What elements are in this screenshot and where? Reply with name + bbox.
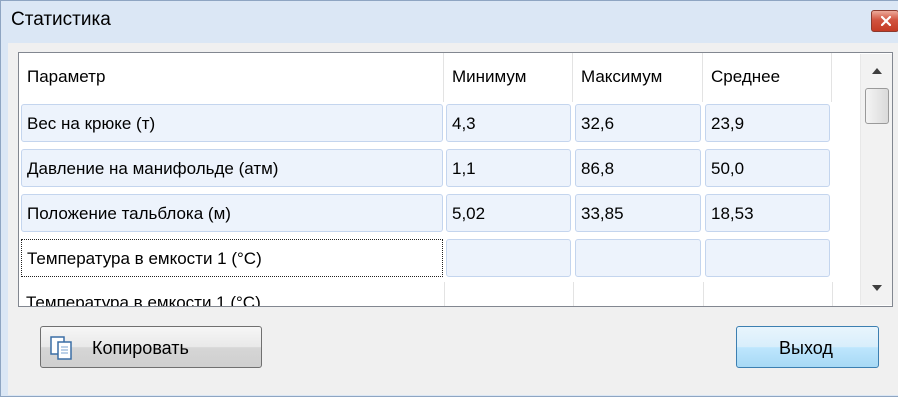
column-divider (444, 282, 445, 306)
table-cell-max[interactable]: 32,6 (575, 104, 701, 142)
title-bar[interactable]: Статистика (1, 1, 898, 43)
scroll-down-arrow-icon (872, 285, 882, 291)
table-cell-max[interactable]: 33,85 (575, 194, 701, 232)
cell-text: 86,8 (581, 159, 615, 178)
column-header-parameter[interactable]: Параметр (19, 53, 444, 102)
cell-text: 50,0 (711, 159, 745, 178)
table-cell-parameter[interactable]: Вес на крюке (т) (21, 104, 443, 142)
scroll-up-arrow-icon (872, 68, 882, 74)
column-header-label: Среднее (711, 67, 781, 86)
table-cell-max[interactable]: 86,8 (575, 149, 701, 187)
dialog-body: Параметр Минимум Максимум Среднее Вес на… (8, 43, 898, 395)
scrollbar-thumb[interactable] (865, 88, 889, 124)
cell-text: Вес на крюке (т) (27, 114, 156, 133)
table-cell-avg[interactable]: 18,53 (705, 194, 830, 232)
column-header-label: Максимум (581, 67, 663, 86)
table-cell-min[interactable] (446, 239, 571, 277)
vertical-scrollbar[interactable] (860, 54, 892, 305)
table-cell-avg[interactable] (705, 284, 830, 306)
cell-text: 18,53 (711, 204, 754, 223)
statistics-dialog: Статистика Параметр Минимум Максимум Сре… (0, 0, 898, 397)
column-divider (573, 282, 574, 306)
cell-text: Температура в емкости 1 (°C) (27, 249, 262, 268)
exit-button-label: Выход (779, 338, 833, 358)
table-cell-parameter[interactable]: Положение тальблока (м) (21, 194, 443, 232)
table-cell-max[interactable] (575, 284, 701, 306)
copy-button[interactable]: Копировать (40, 326, 262, 368)
table-cell-avg[interactable]: 23,9 (705, 104, 830, 142)
cell-text: 1,1 (452, 159, 476, 178)
copy-icon (50, 336, 72, 360)
copy-button-label: Копировать (92, 338, 189, 358)
table-cell-avg[interactable] (705, 239, 830, 277)
table-cell-parameter[interactable]: Температура в емкости 1 (°C) (21, 284, 443, 307)
column-header-min[interactable]: Минимум (444, 53, 573, 102)
table-cell-min[interactable] (446, 284, 571, 306)
table-cell-parameter[interactable]: Давление на манифольде (атм) (21, 149, 443, 187)
table-cell-min[interactable]: 1,1 (446, 149, 571, 187)
cell-text: 33,85 (581, 204, 624, 223)
scroll-down-button[interactable] (861, 271, 892, 305)
column-divider (703, 282, 704, 306)
column-divider (832, 282, 833, 306)
close-icon (881, 16, 891, 26)
cell-text: Давление на манифольде (атм) (27, 159, 279, 178)
table-cell-min[interactable]: 5,02 (446, 194, 571, 232)
column-header-avg[interactable]: Среднее (703, 53, 832, 102)
statistics-table[interactable]: Параметр Минимум Максимум Среднее Вес на… (18, 52, 893, 307)
cell-text: 32,6 (581, 114, 615, 133)
column-header-max[interactable]: Максимум (573, 53, 703, 102)
cell-text: Положение тальблока (м) (27, 204, 231, 223)
cell-text: Температура в емкости 1 (°C) (26, 293, 261, 307)
close-button[interactable] (871, 10, 898, 32)
column-header-label: Минимум (452, 67, 527, 86)
cell-text: 4,3 (452, 114, 476, 133)
table-cell-avg[interactable]: 50,0 (705, 149, 830, 187)
table-cell-parameter-focused[interactable]: Температура в емкости 1 (°C) (21, 239, 443, 277)
cell-text: 23,9 (711, 114, 745, 133)
exit-button[interactable]: Выход (736, 326, 879, 368)
cell-text: 5,02 (452, 204, 486, 223)
scroll-up-button[interactable] (861, 54, 892, 88)
window-title: Статистика (11, 9, 111, 30)
table-cell-max[interactable] (575, 239, 701, 277)
column-header-label: Параметр (27, 67, 106, 86)
table-cell-min[interactable]: 4,3 (446, 104, 571, 142)
